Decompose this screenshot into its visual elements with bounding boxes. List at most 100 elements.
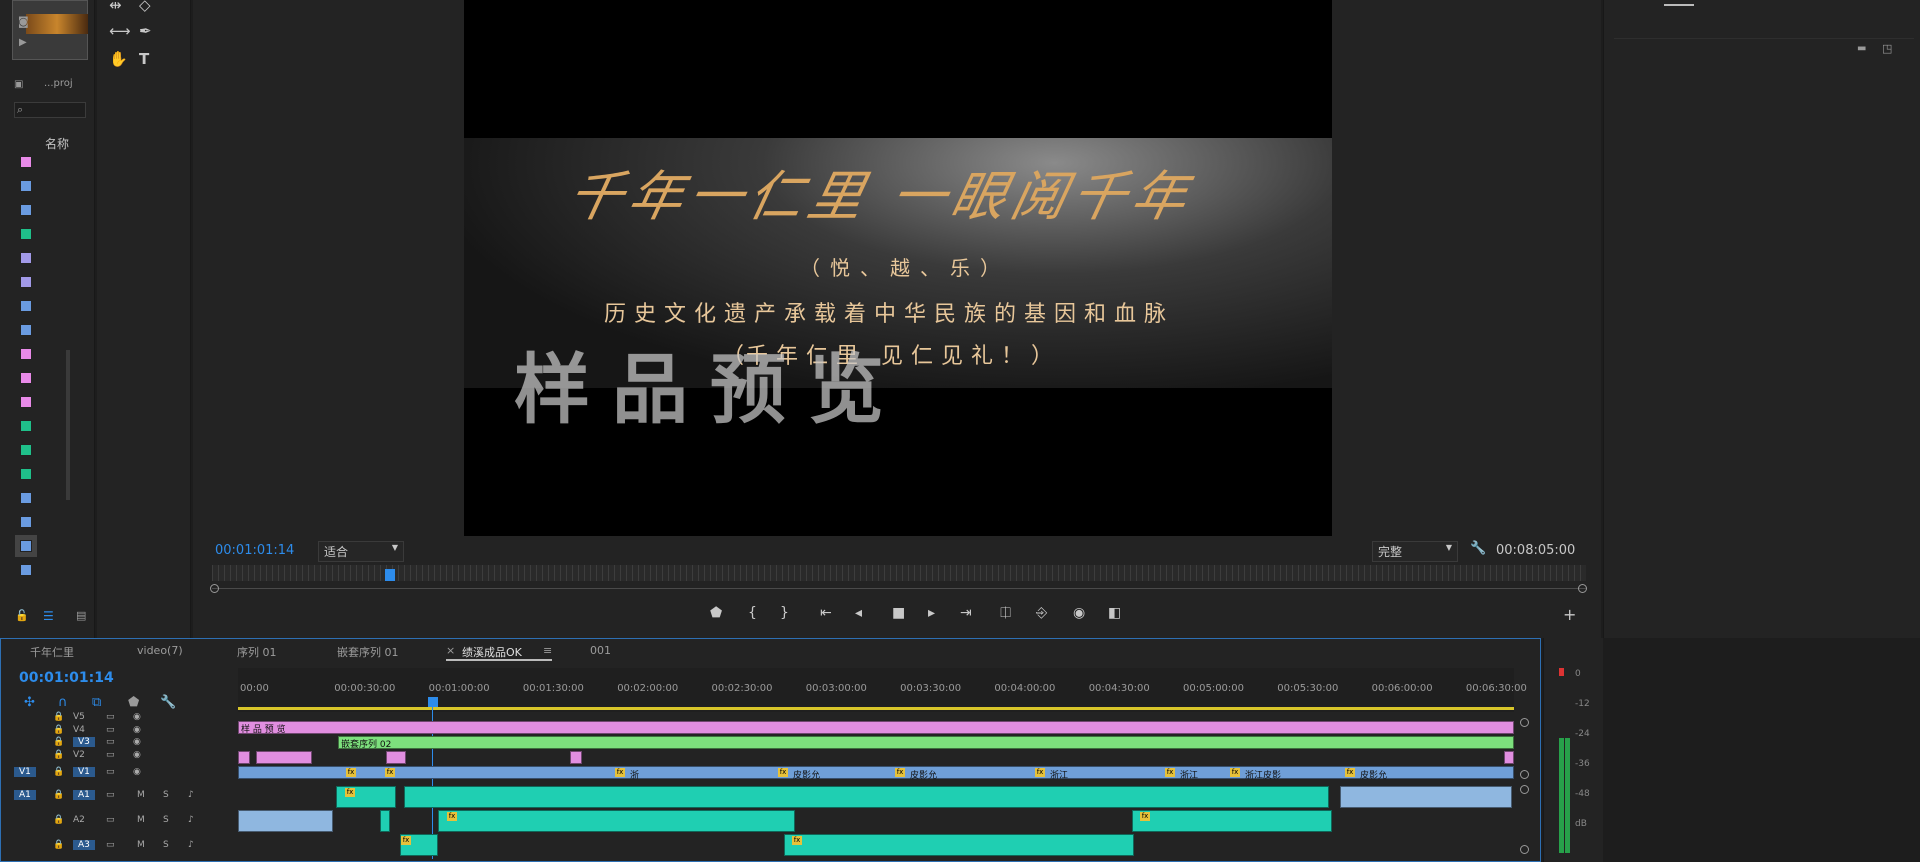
timeline-timecode[interactable]: 00:01:01:14 [19,670,114,686]
film-icon[interactable]: ▭ [106,790,115,800]
stop-icon[interactable]: ■ [892,605,905,621]
quality-select[interactable]: 完整 ▼ [1372,541,1458,562]
settings-wrench-icon[interactable]: 🔧 [1470,542,1486,555]
clip-v2[interactable] [1504,751,1514,764]
track-label-V3[interactable]: V3 [73,737,95,747]
film-icon[interactable]: ▭ [106,750,115,760]
film-icon[interactable]: ▭ [106,767,115,777]
clip-v2[interactable] [256,751,312,764]
scroll-handle[interactable] [1520,718,1529,727]
zoom-handle-left[interactable] [210,584,219,593]
tab-2[interactable]: 序列 01 [237,644,277,660]
extract-icon[interactable]: ⎆ [1036,605,1047,621]
tab-close-icon[interactable]: × [446,644,455,657]
zoom-handle-right[interactable] [1578,584,1587,593]
clip-item[interactable] [20,156,32,168]
track-label-A3[interactable]: A3 [73,840,95,850]
audio-clip[interactable] [1132,810,1332,832]
lock-icon[interactable]: 🔒 [53,712,64,722]
clip-item[interactable] [20,564,32,576]
audio-clip[interactable] [404,786,1329,808]
clip-item[interactable] [20,492,32,504]
type-tool-icon[interactable]: T [139,50,149,68]
add-button-icon[interactable]: + [1563,605,1576,624]
clip-item[interactable] [20,276,32,288]
scroll-handle[interactable] [1520,785,1529,794]
track-label-V1[interactable]: V1 [73,767,95,777]
film-icon[interactable]: ▭ [106,737,115,747]
zoom-bar[interactable] [212,588,1586,589]
clip-item[interactable] [20,300,32,312]
eye-icon[interactable]: ◉ [133,725,141,735]
clip-v2[interactable] [238,751,250,764]
eye-icon[interactable]: ◉ [133,750,141,760]
search-input[interactable] [14,102,86,118]
pen-icon[interactable]: ✒ [139,22,152,40]
clip-v2[interactable] [570,751,582,764]
clip-v2[interactable] [386,751,406,764]
lock-icon[interactable]: 🔒 [53,840,64,850]
mute-button[interactable]: M [137,840,145,850]
track-label-V5[interactable]: V5 [73,712,85,722]
export-frame-icon[interactable]: ◉ [1073,605,1085,621]
new-folder-icon[interactable]: ▬ [1857,44,1866,54]
icon-view-icon[interactable]: ▤ [76,610,86,621]
comparison-view-icon[interactable]: ◧ [1108,605,1121,621]
lock-icon[interactable]: 🔓 [15,610,29,621]
hand-icon[interactable]: ✋ [109,50,128,68]
audio-clip[interactable] [380,810,390,832]
mark-out-icon[interactable]: } [780,605,789,621]
film-icon[interactable]: ▭ [106,725,115,735]
tab-5[interactable]: 001 [590,644,611,657]
mic-icon[interactable]: ♪ [188,840,194,850]
new-item-icon[interactable]: ◳ [1882,43,1892,54]
mic-icon[interactable]: ♪ [188,815,194,825]
mute-button[interactable]: M [137,815,145,825]
scroll-handle[interactable] [1520,845,1529,854]
tab-0[interactable]: 千年仁里 [30,644,74,660]
tab-4[interactable]: 绩溪成品OK [462,644,522,660]
mic-icon[interactable]: ♪ [188,790,194,800]
track-label-V2[interactable]: V2 [73,750,85,760]
film-icon[interactable]: ▭ [106,840,115,850]
film-icon[interactable]: ▭ [106,712,115,722]
solo-button[interactable]: S [163,815,169,825]
lock-icon[interactable]: 🔒 [53,790,64,800]
eye-icon[interactable]: ◉ [133,737,141,747]
lock-icon[interactable]: 🔒 [53,815,64,825]
column-header-name[interactable]: 名称 [45,135,69,152]
clip-item[interactable] [20,324,32,336]
lock-icon[interactable]: 🔒 [53,750,64,760]
audio-clip[interactable] [238,810,333,832]
clip-item[interactable] [20,348,32,360]
clip-item[interactable] [20,396,32,408]
step-forward-icon[interactable]: ▸ [928,605,935,621]
solo-button[interactable]: S [163,840,169,850]
go-to-out-icon[interactable]: ⇥ [960,605,972,621]
work-area-bar[interactable] [238,707,1514,710]
audio-clip[interactable] [784,834,1134,856]
clip-item[interactable] [20,540,32,552]
fit-select[interactable]: 适合 ▼ [318,541,404,562]
monitor-playhead[interactable] [385,569,396,581]
tab-1[interactable]: video(7) [137,644,183,657]
clip-item[interactable] [20,180,32,192]
timeline-settings-icon[interactable]: 🔧 [160,696,176,709]
magnet-icon[interactable]: ∩ [58,696,68,709]
scroll-handle[interactable] [1520,770,1529,779]
clip-item[interactable] [20,420,32,432]
film-icon[interactable]: ▭ [106,815,115,825]
eye-icon[interactable]: ◉ [133,767,141,777]
mark-in-icon[interactable]: { [748,605,757,621]
clip-item[interactable] [20,468,32,480]
tab-menu-icon[interactable]: ≡ [543,644,552,657]
clip-item[interactable] [20,372,32,384]
add-marker-icon[interactable]: ⬟ [710,605,722,621]
solo-button[interactable]: S [163,790,169,800]
clip-item[interactable] [20,444,32,456]
ripple-edit-icon[interactable]: ⇹ [109,0,122,14]
track-label-A2[interactable]: A2 [73,815,85,825]
lock-icon[interactable]: 🔒 [53,737,64,747]
razor-icon[interactable]: ◇ [139,0,151,14]
mute-button[interactable]: M [137,790,145,800]
